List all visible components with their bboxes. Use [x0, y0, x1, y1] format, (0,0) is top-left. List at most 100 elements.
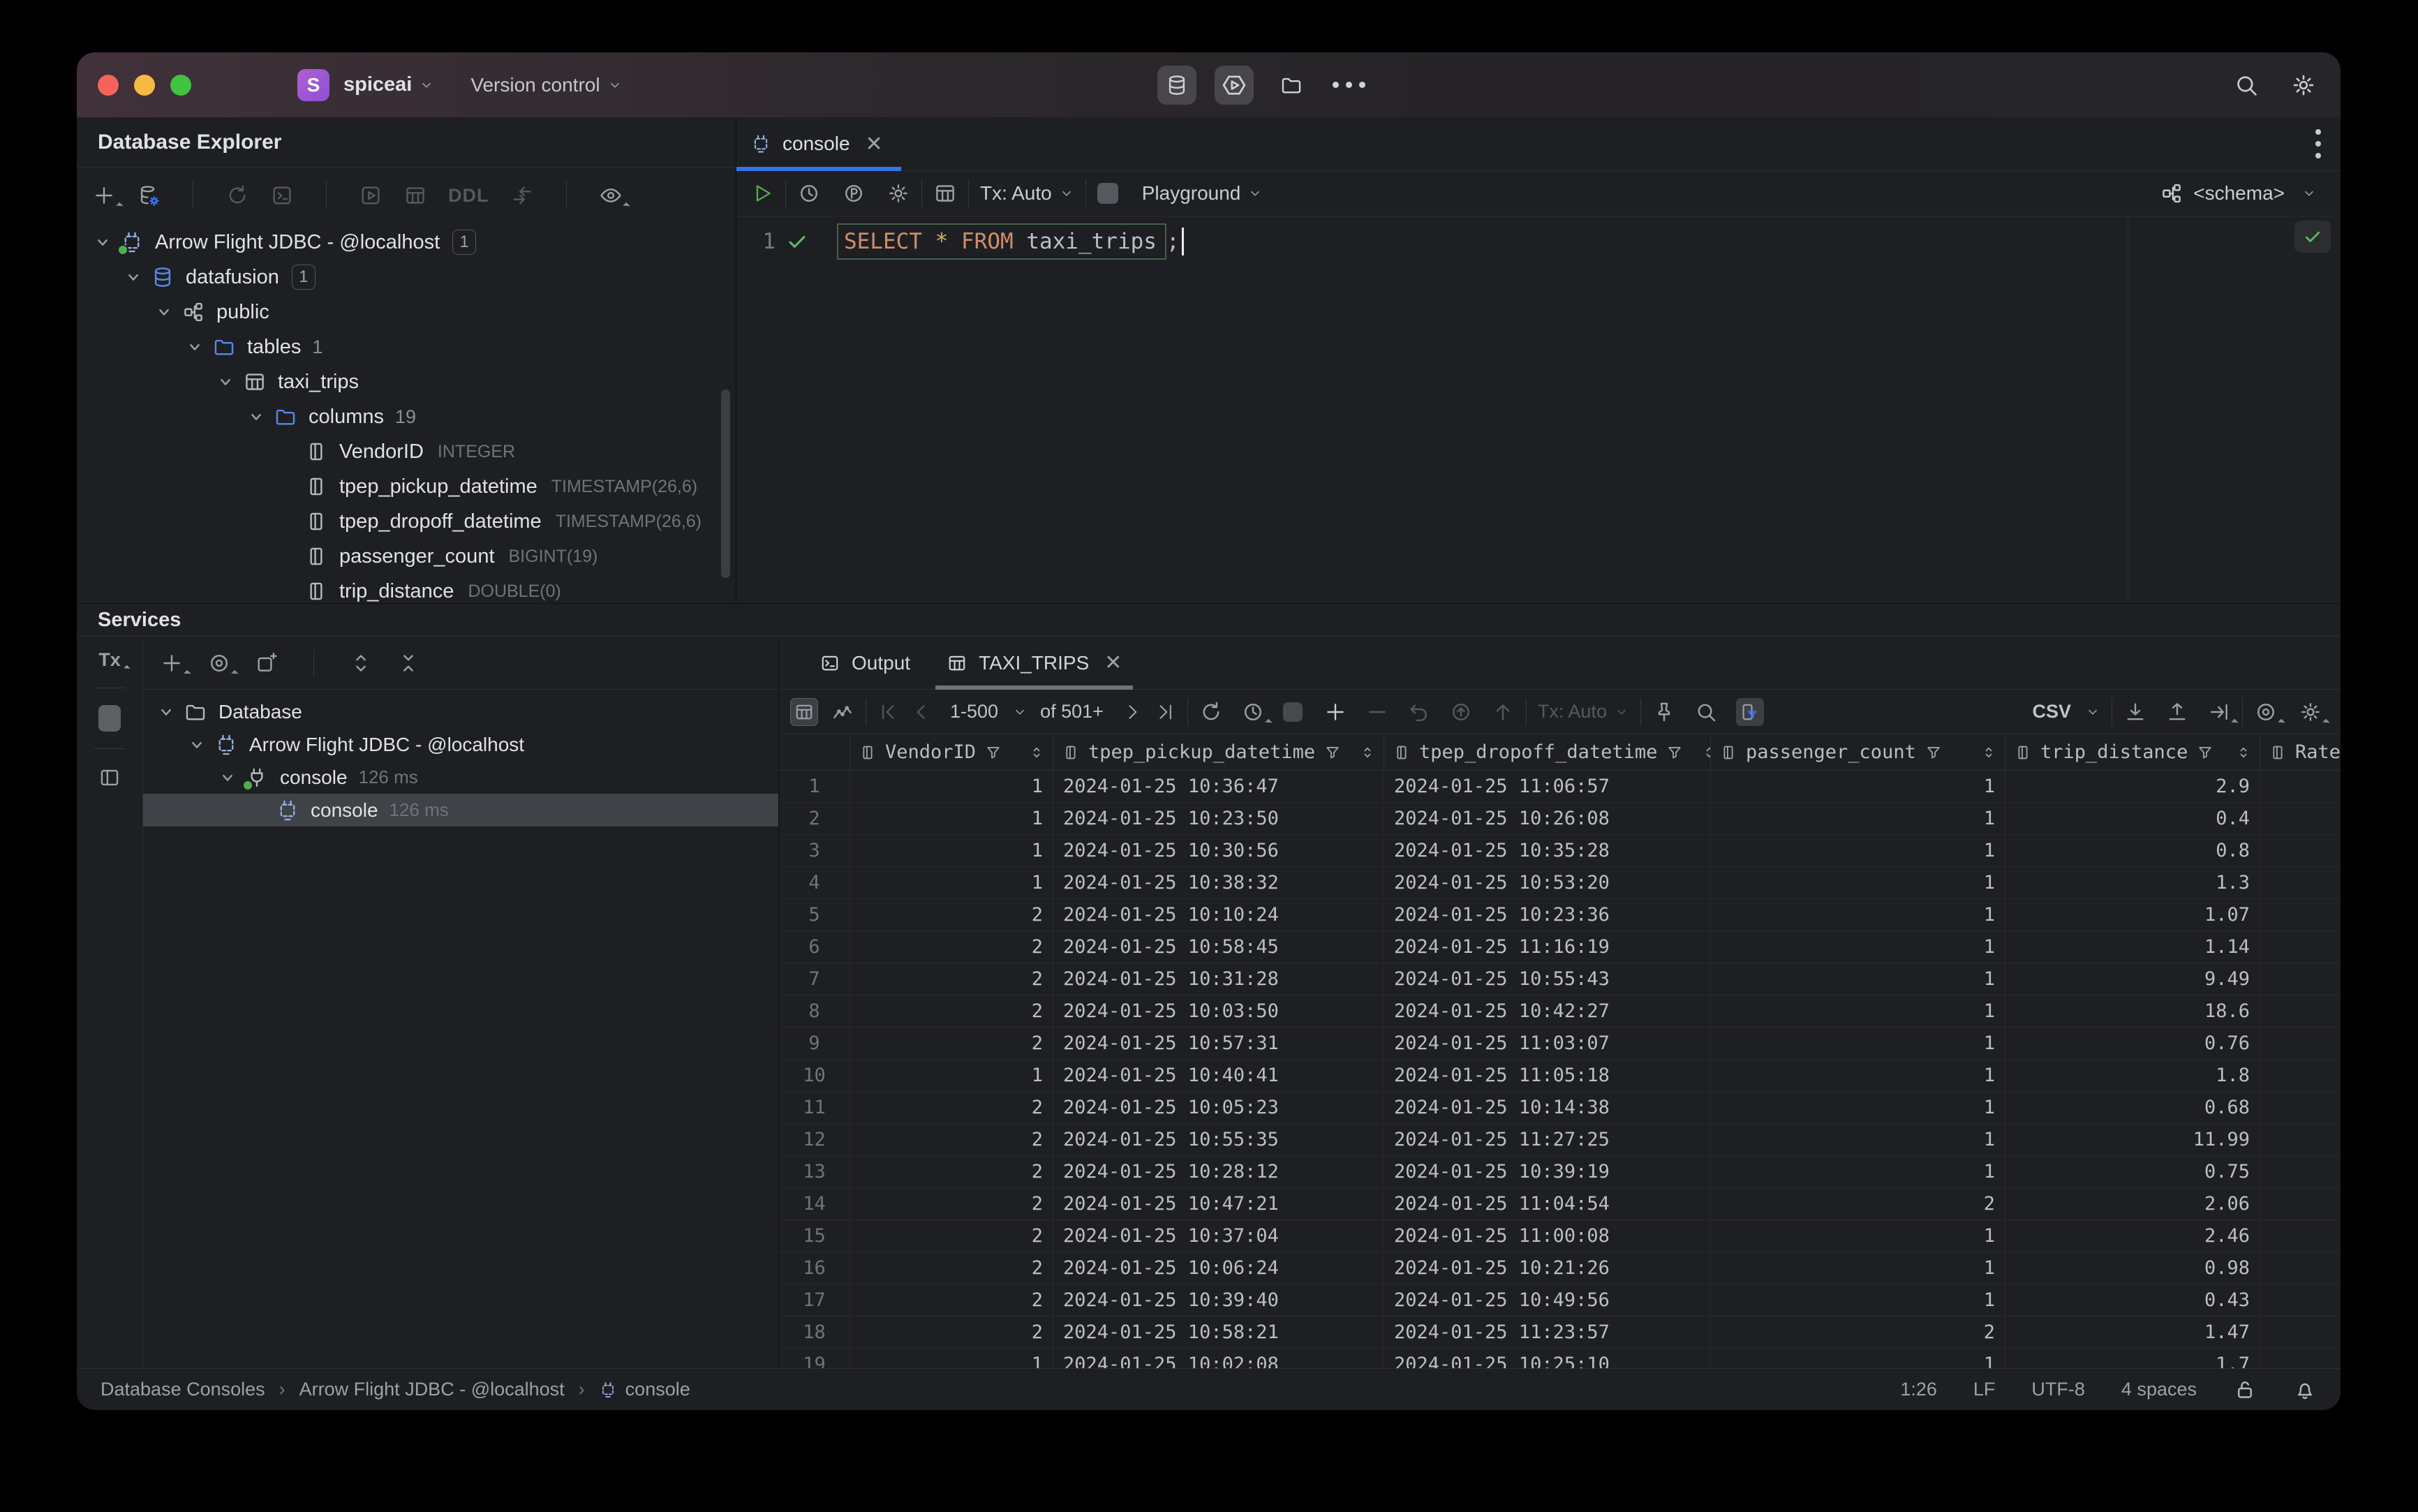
explorer-item-tpep-dropoff-datetime[interactable]: tpep_dropoff_datetime TIMESTAMP(26,6) — [77, 504, 736, 539]
zoom-button[interactable] — [170, 74, 191, 96]
chevron-down-icon[interactable] — [185, 733, 209, 757]
project-avatar[interactable]: S — [297, 68, 329, 101]
cell[interactable]: 2 — [850, 1156, 1053, 1187]
chevron-down-icon[interactable] — [152, 300, 176, 324]
tab-options-icon[interactable] — [2315, 129, 2321, 158]
cell[interactable]: 2024-01-25 10:55:35 — [1053, 1124, 1384, 1155]
settings-gear-icon[interactable] — [2290, 72, 2317, 98]
row-number[interactable]: 11 — [779, 1092, 850, 1123]
run-icon[interactable] — [750, 181, 774, 205]
download-icon[interactable] — [2123, 700, 2147, 724]
cell[interactable]: 2 — [850, 1028, 1053, 1059]
cell[interactable]: 1.47 — [2005, 1317, 2260, 1348]
tx-mode-select[interactable]: Tx: Auto — [1538, 701, 1607, 722]
scrollbar[interactable] — [721, 390, 730, 578]
cell[interactable]: 1 — [850, 803, 1053, 834]
row-number[interactable]: 1 — [779, 771, 850, 802]
caret-position[interactable]: 1:26 — [1900, 1379, 1937, 1400]
services-item-console[interactable]: console 126 ms — [143, 761, 778, 794]
cell[interactable] — [2260, 963, 2341, 995]
run-configurations-button[interactable] — [1215, 65, 1254, 105]
explorer-item-arrow-flight-jdbc-localhost[interactable]: Arrow Flight JDBC - @localhost 1 — [77, 225, 736, 260]
chevron-down-icon[interactable] — [154, 700, 178, 724]
breadcrumb[interactable]: console — [625, 1379, 690, 1400]
explorer-item-datafusion[interactable]: datafusion 1 — [77, 260, 736, 295]
cell[interactable]: 11.99 — [2005, 1124, 2260, 1155]
cell[interactable] — [2260, 1156, 2341, 1187]
cell[interactable]: 2 — [850, 899, 1053, 931]
collapse-all-icon[interactable] — [396, 651, 420, 675]
cell[interactable]: 2024-01-25 10:21:26 — [1384, 1252, 1711, 1284]
breadcrumb[interactable]: Database Consoles — [101, 1379, 265, 1400]
cell[interactable]: 2 — [850, 963, 1053, 995]
search-icon[interactable] — [2233, 72, 2260, 98]
cell[interactable]: 2024-01-25 10:49:56 — [1384, 1284, 1711, 1316]
cell[interactable]: 2024-01-25 10:55:43 — [1384, 963, 1711, 995]
cell[interactable]: 0.76 — [2005, 1028, 2260, 1059]
cell[interactable]: 2024-01-25 10:14:38 — [1384, 1092, 1711, 1123]
services-item-database[interactable]: Database — [143, 695, 778, 728]
tab-console[interactable]: console ✕ — [736, 117, 901, 171]
cell[interactable]: 2 — [1711, 1317, 2005, 1348]
layout-icon[interactable] — [98, 766, 121, 790]
explorer-item-public[interactable]: public — [77, 295, 736, 329]
tx-strip-button[interactable]: Tx — [98, 649, 121, 671]
pin-icon[interactable] — [1652, 700, 1676, 724]
delete-row-icon[interactable] — [1365, 700, 1389, 724]
open-table-icon[interactable] — [403, 184, 427, 207]
cell[interactable] — [2260, 1124, 2341, 1155]
data-source-settings-icon[interactable] — [137, 184, 161, 207]
row-number[interactable]: 19 — [779, 1349, 850, 1368]
cell[interactable]: 2024-01-25 10:39:40 — [1053, 1284, 1384, 1316]
auto-refresh-icon[interactable] — [1241, 700, 1265, 724]
editor-content[interactable]: 1 SELECT * FROM taxi_trips; — [736, 216, 2341, 603]
tab-taxi-trips[interactable]: TAXI_TRIPS ✕ — [931, 637, 1137, 690]
cell[interactable]: 2024-01-25 10:57:31 — [1053, 1028, 1384, 1059]
chevron-down-icon[interactable] — [216, 766, 239, 790]
cell[interactable]: 1.14 — [2005, 931, 2260, 963]
jump-to-source-icon[interactable] — [510, 184, 534, 207]
stop-button[interactable] — [1097, 183, 1118, 204]
cell[interactable]: 1 — [850, 835, 1053, 866]
cell[interactable]: 2024-01-25 10:39:19 — [1384, 1156, 1711, 1187]
row-number[interactable]: 15 — [779, 1220, 850, 1252]
cell[interactable]: 2 — [850, 1317, 1053, 1348]
cell[interactable]: 1 — [1711, 1060, 2005, 1091]
duplicate-icon[interactable] — [270, 184, 294, 207]
cell[interactable]: 1 — [850, 867, 1053, 898]
cell[interactable]: 2.06 — [2005, 1188, 2260, 1220]
cell[interactable]: 0.4 — [2005, 803, 2260, 834]
row-number[interactable]: 12 — [779, 1124, 850, 1155]
cell[interactable]: 2024-01-25 11:03:07 — [1384, 1028, 1711, 1059]
show-options-icon[interactable] — [207, 651, 231, 675]
explorer-item-trip-distance[interactable]: trip_distance DOUBLE(0) — [77, 574, 736, 603]
chevron-down-icon[interactable] — [91, 230, 114, 254]
encoding[interactable]: UTF-8 — [2031, 1379, 2085, 1400]
cell[interactable]: 0.8 — [2005, 835, 2260, 866]
search-icon[interactable] — [1694, 700, 1718, 724]
cell[interactable]: 1 — [1711, 1284, 2005, 1316]
explorer-item-tables[interactable]: tables 1 — [77, 329, 736, 364]
row-number[interactable]: 14 — [779, 1188, 850, 1220]
cell[interactable]: 2024-01-25 10:36:47 — [1053, 771, 1384, 802]
column-header-trip_distance[interactable]: trip_distance — [2005, 734, 2260, 770]
cell[interactable]: 0.75 — [2005, 1156, 2260, 1187]
cell[interactable]: 1.3 — [2005, 867, 2260, 898]
cell[interactable] — [2260, 1060, 2341, 1091]
sql-statement[interactable]: SELECT * FROM taxi_trips; — [837, 223, 1184, 260]
row-number[interactable]: 13 — [779, 1156, 850, 1187]
row-number[interactable]: 2 — [779, 803, 850, 834]
cell[interactable]: 9.49 — [2005, 963, 2260, 995]
ddl-button[interactable]: DDL — [448, 185, 489, 207]
row-number[interactable]: 3 — [779, 835, 850, 866]
cell[interactable]: 1.8 — [2005, 1060, 2260, 1091]
inspection-widget[interactable] — [2294, 221, 2331, 253]
cell[interactable] — [2260, 1028, 2341, 1059]
expand-all-icon[interactable] — [349, 651, 373, 675]
cell[interactable]: 1 — [850, 1349, 1053, 1368]
cell[interactable] — [2260, 835, 2341, 866]
sort-icon[interactable] — [1980, 743, 1998, 762]
column-header-tpep_pickup_datetime[interactable]: tpep_pickup_datetime — [1053, 734, 1384, 770]
cell[interactable] — [2260, 1220, 2341, 1252]
cell[interactable]: 1.07 — [2005, 899, 2260, 931]
